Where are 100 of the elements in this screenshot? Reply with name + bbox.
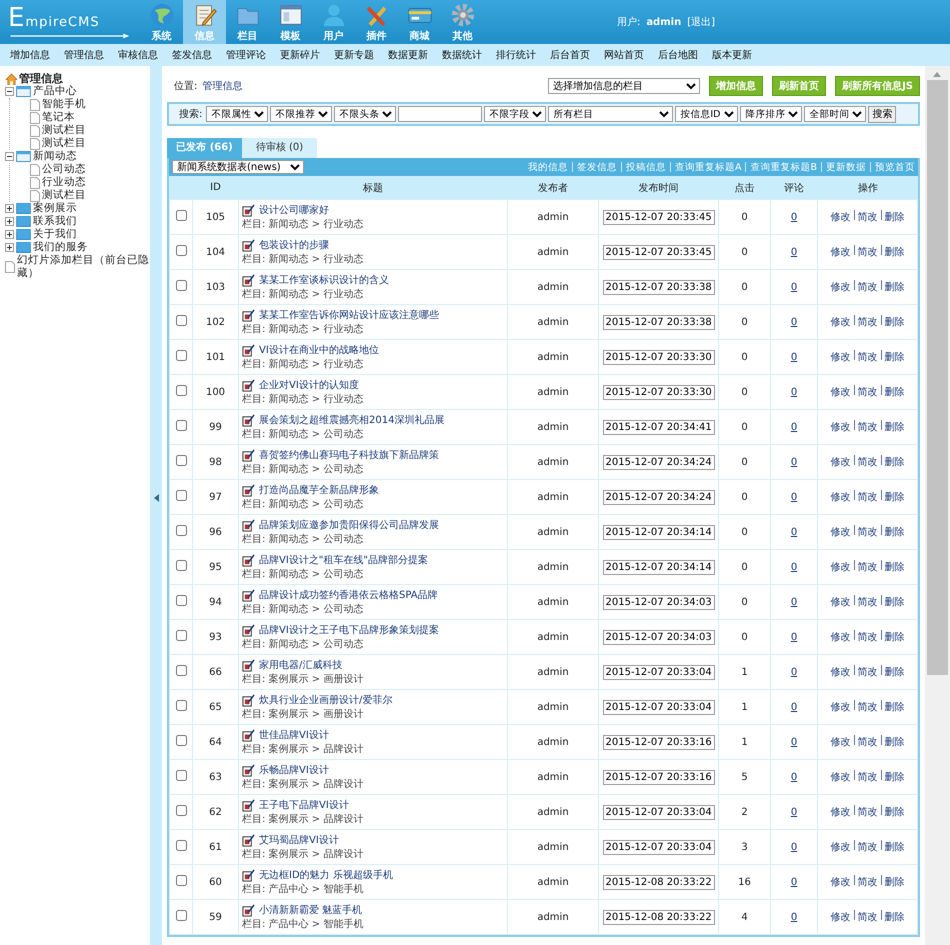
row-action-link[interactable]: 修改 <box>830 702 850 713</box>
edit-icon[interactable] <box>242 239 255 252</box>
row-action-link[interactable]: 修改 <box>830 527 850 538</box>
row-action-link[interactable]: 简改 <box>858 212 878 223</box>
edit-icon[interactable] <box>242 484 255 497</box>
title-link[interactable]: VI设计在商业中的战略地位 <box>259 343 379 357</box>
comments-link[interactable]: 0 <box>790 806 798 818</box>
row-action-link[interactable]: 删除 <box>884 772 904 783</box>
edit-icon[interactable] <box>242 904 255 917</box>
filter-select[interactable]: 不限字段 <box>484 106 546 122</box>
row-action-link[interactable]: 删除 <box>884 597 904 608</box>
row-checkbox[interactable] <box>176 350 186 361</box>
row-action-link[interactable]: 删除 <box>884 737 904 748</box>
row-action-link[interactable]: 修改 <box>830 212 850 223</box>
tree-item[interactable]: 行业动态 <box>42 176 86 189</box>
comments-link[interactable]: 0 <box>790 316 798 328</box>
row-action-link[interactable]: 删除 <box>884 632 904 643</box>
time-field[interactable]: 2015-12-07 20:33:45 <box>602 244 714 260</box>
filter-select[interactable]: 不限推荐 <box>270 106 332 122</box>
comments-link[interactable]: 0 <box>790 422 798 432</box>
edit-icon[interactable] <box>242 274 255 287</box>
comments-link[interactable]: 0 <box>790 842 798 852</box>
row-checkbox[interactable] <box>176 595 186 606</box>
tree-item[interactable]: 测试栏目 <box>42 189 86 202</box>
menu-link[interactable]: 数据更新 <box>388 48 428 62</box>
row-action-link[interactable]: 简改 <box>858 772 878 783</box>
row-action-link[interactable]: 修改 <box>830 422 850 433</box>
filter-select[interactable]: 按信息ID <box>675 106 738 122</box>
row-action-link[interactable]: 修改 <box>830 247 850 258</box>
title-link[interactable]: 设计公司哪家好 <box>259 203 329 217</box>
row-action-link[interactable]: 修改 <box>830 387 850 398</box>
row-action-link[interactable]: 删除 <box>884 352 904 363</box>
edit-icon[interactable] <box>242 379 255 392</box>
row-action-link[interactable]: 删除 <box>884 877 904 888</box>
edit-icon[interactable] <box>242 624 255 637</box>
title-link[interactable]: 包装设计的步骤 <box>259 238 329 252</box>
comments-link[interactable]: 0 <box>790 702 798 712</box>
title-link[interactable]: 品牌VI设计之王子电下品牌形象策划提案 <box>259 623 439 637</box>
edit-icon[interactable] <box>242 729 255 742</box>
row-action-link[interactable]: 简改 <box>858 562 878 573</box>
title-link[interactable]: 喜贺签约佛山赛玛电子科技旗下新品牌策 <box>259 448 439 462</box>
comments-link[interactable]: 0 <box>790 666 798 678</box>
menu-link[interactable]: 管理信息 <box>64 48 104 62</box>
row-checkbox[interactable] <box>176 630 186 641</box>
filter-select[interactable]: 降序排序 <box>740 106 802 122</box>
edit-icon[interactable] <box>242 659 255 672</box>
row-action-link[interactable]: 简改 <box>858 387 878 398</box>
row-action-link[interactable]: 简改 <box>858 317 878 328</box>
expand-icon[interactable] <box>5 243 14 252</box>
comments-link[interactable]: 0 <box>790 912 798 922</box>
row-checkbox[interactable] <box>176 910 186 921</box>
comments-link[interactable]: 0 <box>790 282 798 292</box>
title-link[interactable]: 品牌设计成功签约香港依云格格SPA品牌 <box>259 588 438 602</box>
row-action-link[interactable]: 修改 <box>830 457 850 468</box>
filter-select[interactable]: 所有栏目 <box>548 106 674 122</box>
collapse-icon[interactable] <box>5 152 14 161</box>
menu-link[interactable]: 网站首页 <box>604 48 644 62</box>
row-action-link[interactable]: 修改 <box>830 282 850 293</box>
scrollbar[interactable] <box>925 66 950 945</box>
row-action-link[interactable]: 简改 <box>858 632 878 643</box>
title-link[interactable]: 某某工作室告诉你网站设计应该注意哪些 <box>259 308 439 322</box>
row-action-link[interactable]: 简改 <box>858 842 878 853</box>
comments-link[interactable]: 0 <box>790 772 798 782</box>
row-checkbox[interactable] <box>176 560 186 571</box>
time-field[interactable]: 2015-12-07 20:34:03 <box>602 630 714 644</box>
row-action-link[interactable]: 删除 <box>884 702 904 713</box>
menu-link[interactable]: 更新专题 <box>334 48 374 62</box>
menu-link[interactable]: 版本更新 <box>712 48 752 62</box>
menu-link[interactable]: 增加信息 <box>10 48 50 62</box>
row-action-link[interactable]: 删除 <box>884 457 904 468</box>
row-checkbox[interactable] <box>176 875 186 886</box>
row-checkbox[interactable] <box>176 525 186 536</box>
row-action-link[interactable]: 简改 <box>858 422 878 433</box>
filter-select[interactable]: 不限属性 <box>206 106 268 122</box>
collapse-arrow-icon[interactable] <box>154 494 158 502</box>
row-action-link[interactable]: 简改 <box>858 737 878 748</box>
expand-icon[interactable] <box>5 230 14 239</box>
tab[interactable]: 待审核 (0) <box>242 138 317 158</box>
row-action-link[interactable]: 删除 <box>884 212 904 223</box>
row-action-link[interactable]: 简改 <box>858 912 878 923</box>
row-action-link[interactable]: 简改 <box>858 807 878 818</box>
row-action-link[interactable]: 简改 <box>858 352 878 363</box>
row-action-link[interactable]: 删除 <box>884 912 904 923</box>
row-action-link[interactable]: 删除 <box>884 667 904 678</box>
row-action-link[interactable]: 简改 <box>858 282 878 293</box>
filter-select[interactable]: 不限头条 <box>334 106 396 122</box>
row-action-link[interactable]: 删除 <box>884 492 904 503</box>
time-field[interactable]: 2015-12-08 20:33:22 <box>602 874 714 890</box>
comments-link[interactable]: 0 <box>790 736 798 748</box>
time-field[interactable]: 2015-12-07 20:33:04 <box>602 804 714 820</box>
time-field[interactable]: 2015-12-07 20:34:41 <box>602 420 714 434</box>
menu-link[interactable]: 签发信息 <box>172 48 212 62</box>
tree-item[interactable]: 测试栏目 <box>42 137 86 150</box>
tree-item[interactable]: 新闻动态 <box>33 150 77 163</box>
expand-icon[interactable] <box>5 217 14 226</box>
row-action-link[interactable]: 修改 <box>830 562 850 573</box>
title-link[interactable]: 品牌VI设计之"租车在线"品牌部分提案 <box>259 553 428 567</box>
comments-link[interactable]: 0 <box>790 386 798 398</box>
edit-icon[interactable] <box>242 519 255 532</box>
tree-item[interactable]: 智能手机 <box>42 98 86 111</box>
